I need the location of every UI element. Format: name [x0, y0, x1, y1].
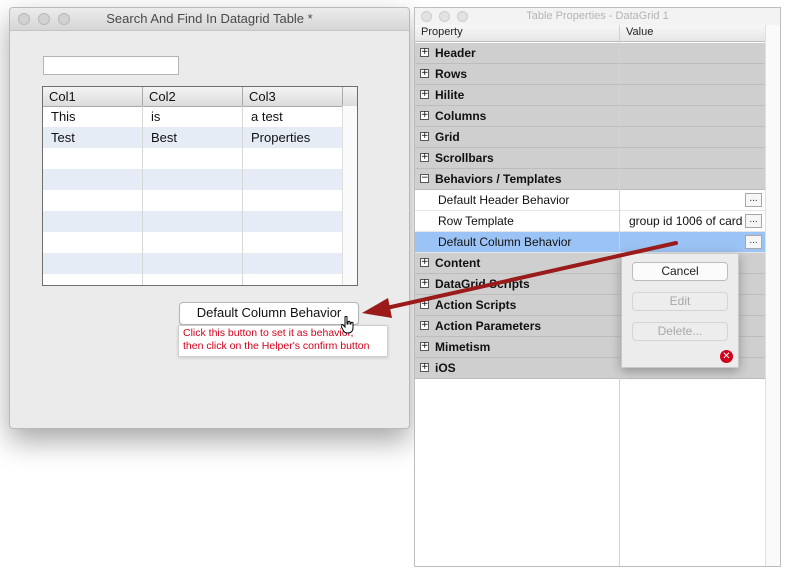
property-row-default-column-behavior[interactable]: Default Column Behavior ...	[415, 232, 767, 253]
table-cell: a test	[251, 109, 283, 124]
empty-row[interactable]	[43, 190, 343, 211]
expand-icon[interactable]: +	[420, 321, 429, 330]
cancel-button[interactable]: Cancel	[632, 262, 728, 281]
helper-tooltip: Click this button to set it as behavior,…	[178, 325, 388, 357]
expand-icon[interactable]: +	[420, 90, 429, 99]
group-scrollbars[interactable]: + Scrollbars	[415, 148, 767, 169]
group-label: Content	[435, 256, 481, 270]
table-row[interactable]: Test Best Properties	[43, 127, 343, 148]
expand-icon[interactable]: +	[420, 279, 429, 288]
tooltip-line: then click on the Helper's confirm butto…	[183, 340, 370, 352]
expand-icon[interactable]: +	[420, 132, 429, 141]
group-label: DataGrid Scripts	[435, 277, 530, 291]
group-label: Behaviors / Templates	[435, 172, 562, 186]
close-popup-icon[interactable]: ✕	[720, 350, 733, 363]
property-row-default-header-behavior[interactable]: Default Header Behavior ...	[415, 190, 767, 211]
column-header-col1[interactable]: Col1	[49, 89, 76, 104]
expand-icon[interactable]: +	[420, 69, 429, 78]
table-row[interactable]: This is a test	[43, 106, 343, 127]
search-input[interactable]	[43, 56, 179, 75]
column-header-col2[interactable]: Col2	[149, 89, 176, 104]
delete-button[interactable]: Delete...	[632, 322, 728, 341]
group-label: Header	[435, 46, 476, 60]
column-header-col3[interactable]: Col3	[249, 89, 276, 104]
datagrid-table[interactable]: Col1 Col2 Col3 This is a test Test Best …	[42, 86, 358, 286]
group-rows[interactable]: + Rows	[415, 64, 767, 85]
value-column-header[interactable]: Value	[626, 26, 653, 38]
property-label: Row Template	[438, 214, 514, 228]
column-divider	[619, 25, 620, 566]
title-bar: Table Properties - DataGrid 1	[415, 8, 780, 26]
expand-icon[interactable]: +	[420, 342, 429, 351]
empty-row[interactable]	[43, 211, 343, 232]
table-cell: Best	[151, 130, 178, 145]
group-header[interactable]: + Header	[415, 43, 767, 64]
group-grid[interactable]: + Grid	[415, 127, 767, 148]
expand-icon[interactable]: +	[420, 48, 429, 57]
table-cell: Properties	[251, 130, 311, 145]
property-value: group id 1006 of card	[629, 214, 743, 228]
table-cell: Test	[51, 130, 75, 145]
group-columns[interactable]: + Columns	[415, 106, 767, 127]
window-title: Table Properties - DataGrid 1	[526, 10, 669, 22]
collapse-icon[interactable]: −	[420, 174, 429, 183]
ellipsis-button[interactable]: ...	[745, 214, 762, 228]
expand-icon[interactable]: +	[420, 363, 429, 372]
default-column-behavior-button[interactable]: Default Column Behavior	[179, 302, 359, 325]
search-window: Search And Find In Datagrid Table * Col1…	[9, 7, 410, 429]
table-cell: This	[51, 109, 76, 124]
ellipsis-button[interactable]: ...	[745, 193, 762, 207]
expand-icon[interactable]: +	[420, 111, 429, 120]
window-title: Search And Find In Datagrid Table *	[106, 11, 313, 26]
property-column-header[interactable]: Property	[421, 26, 463, 38]
property-label: Default Header Behavior	[438, 193, 570, 207]
empty-row[interactable]	[43, 148, 343, 169]
group-label: Mimetism	[435, 340, 491, 354]
property-table-header: Property Value	[415, 25, 767, 42]
group-label: iOS	[435, 361, 456, 375]
grid-scrollbar[interactable]	[342, 106, 357, 285]
empty-row[interactable]	[43, 253, 343, 274]
expand-icon[interactable]: +	[420, 153, 429, 162]
group-label: Columns	[435, 109, 487, 123]
title-bar: Search And Find In Datagrid Table *	[10, 8, 409, 31]
edit-button[interactable]: Edit	[632, 292, 728, 311]
group-label: Rows	[435, 67, 468, 81]
hand-cursor-icon	[341, 316, 354, 334]
group-label: Action Parameters	[435, 319, 542, 333]
property-row-row-template[interactable]: Row Template group id 1006 of card ...	[415, 211, 767, 232]
table-cell: is	[151, 109, 161, 124]
expand-icon[interactable]: +	[420, 258, 429, 267]
expand-icon[interactable]: +	[420, 300, 429, 309]
behavior-helper-popup: Cancel Edit Delete... ✕	[621, 253, 739, 368]
group-label: Hilite	[435, 88, 465, 102]
empty-row[interactable]	[43, 232, 343, 253]
properties-scrollbar[interactable]	[765, 25, 780, 566]
property-label: Default Column Behavior	[438, 235, 572, 249]
empty-row[interactable]	[43, 169, 343, 190]
group-hilite[interactable]: + Hilite	[415, 85, 767, 106]
group-label: Grid	[435, 130, 460, 144]
ellipsis-button[interactable]: ...	[745, 235, 762, 249]
grid-header: Col1 Col2 Col3	[43, 87, 357, 107]
group-behaviors-templates[interactable]: − Behaviors / Templates	[415, 169, 767, 190]
group-label: Action Scripts	[435, 298, 517, 312]
group-label: Scrollbars	[435, 151, 494, 165]
